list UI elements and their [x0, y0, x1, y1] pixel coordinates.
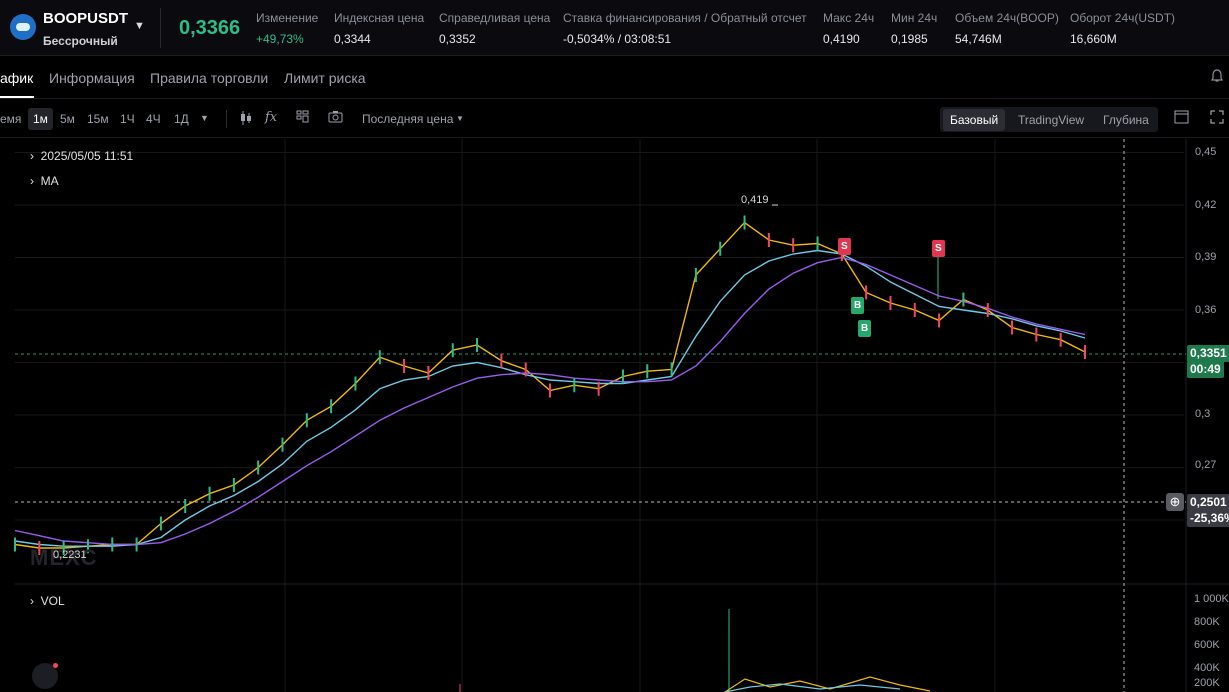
high-price-label: 0,419	[741, 194, 769, 206]
volume-tick: 400K	[1194, 662, 1220, 674]
expand-icon[interactable]	[1210, 110, 1224, 127]
crosshair-price-tag: 0,2501	[1187, 494, 1229, 511]
volume-tick: 200K	[1194, 677, 1220, 689]
crosshair-percent-tag: -25,36%	[1187, 510, 1229, 527]
ticker-header: BOOPUSDT Бессрочный ▼ 0,3366 Изменение +…	[0, 0, 1229, 56]
chart-view-switch: Базовый TradingView Глубина	[940, 107, 1158, 132]
stat-low-label: Мин 24ч	[891, 11, 938, 25]
sell-marker[interactable]: S	[932, 240, 945, 257]
candles-icon[interactable]	[240, 110, 252, 129]
view-basic[interactable]: Базовый	[943, 109, 1006, 131]
tab-chart[interactable]: афик	[0, 70, 33, 86]
header-divider	[160, 8, 161, 48]
stat-high-value: 0,4190	[823, 32, 860, 46]
legend-datetime: 2025/05/05 11:51	[40, 149, 134, 163]
interval-1d[interactable]: 1Д	[174, 112, 189, 126]
caret-down-icon[interactable]: ▼	[456, 114, 464, 123]
add-alert-icon[interactable]: ⊕	[1166, 493, 1184, 511]
interval-time[interactable]: емя	[0, 112, 21, 126]
stat-fair-price-value: 0,3352	[439, 32, 476, 46]
price-type-select[interactable]: Последняя цена	[362, 112, 453, 126]
stat-change-value: +49,73%	[256, 32, 304, 46]
buy-marker[interactable]: B	[851, 297, 865, 314]
chevron-right-icon: ›	[30, 594, 34, 608]
tab-info[interactable]: Информация	[49, 70, 135, 86]
stat-funding-value: -0,5034% / 03:08:51	[563, 32, 672, 46]
tab-trading-rules[interactable]: Правила торговли	[150, 70, 268, 86]
stat-fair-price-label: Справедливая цена	[439, 11, 551, 25]
sell-marker[interactable]: S	[838, 238, 851, 255]
stat-turnover-value: 16,660M	[1070, 32, 1117, 46]
volume-tick: 600K	[1194, 639, 1220, 651]
stat-funding-label[interactable]: Ставка финансирования / Обратный отсчет	[563, 11, 807, 25]
stat-low-value: 0,1985	[891, 32, 928, 46]
fx-icon[interactable]: fx	[265, 110, 277, 125]
volume-tick: 1 000K	[1194, 593, 1229, 605]
interval-1m[interactable]: 1м	[28, 108, 53, 130]
volume-tick: 800K	[1194, 616, 1220, 628]
chevron-right-icon: ›	[30, 149, 34, 163]
price-tick: 0,45	[1195, 146, 1217, 158]
chart-toolbar: емя 1м 5м 15м 1Ч 4Ч 1Д ▼ fx Последняя це…	[0, 100, 1229, 138]
active-tab-indicator	[0, 96, 34, 98]
symbol-name[interactable]: BOOPUSDT	[43, 10, 128, 27]
chart-canvas[interactable]	[0, 139, 1229, 692]
buy-marker[interactable]: B	[858, 320, 872, 337]
current-price-tag: 0,3351	[1187, 345, 1229, 362]
legend-vol: VOL	[40, 594, 65, 608]
interval-5m[interactable]: 5м	[60, 112, 75, 126]
interval-1h[interactable]: 1Ч	[120, 112, 135, 126]
interval-4h[interactable]: 4Ч	[146, 112, 161, 126]
interval-15m[interactable]: 15м	[87, 112, 109, 126]
price-tick: 0,42	[1195, 199, 1217, 211]
view-depth[interactable]: Глубина	[1103, 113, 1149, 127]
camera-icon[interactable]	[328, 110, 343, 126]
stat-index-price-label: Индексная цена	[334, 11, 425, 25]
last-price: 0,3366	[179, 17, 241, 39]
layout-icon[interactable]	[296, 110, 309, 126]
toolbar-divider	[226, 110, 227, 128]
stat-volume-label: Объем 24ч(BOOP)	[955, 11, 1059, 25]
price-tick: 0,36	[1195, 304, 1217, 316]
stat-change-label: Изменение	[256, 11, 319, 25]
symbol-dropdown-icon[interactable]: ▼	[134, 20, 145, 32]
price-tick: 0,27	[1195, 459, 1217, 471]
legend-ma: MA	[40, 174, 59, 188]
chevron-right-icon: ›	[30, 174, 34, 188]
chart-tabs: афик Информация Правила торговли Лимит р…	[0, 57, 1229, 99]
window-icon[interactable]	[1174, 110, 1189, 127]
stat-turnover-label: Оборот 24ч(USDT)	[1070, 11, 1176, 25]
price-chart[interactable]: › 2025/05/05 11:51 › MA › VOL MEXC 0,45 …	[0, 139, 1229, 692]
legend-ma-row[interactable]: › MA	[30, 174, 59, 188]
notification-dot	[53, 663, 58, 668]
low-price-label: 0,2231	[53, 549, 87, 561]
price-tick: 0,3	[1195, 408, 1211, 420]
legend-datetime-row[interactable]: › 2025/05/05 11:51	[30, 149, 133, 163]
stat-volume-value: 54,746M	[955, 32, 1002, 46]
chevron-down-icon[interactable]: ▼	[200, 113, 209, 123]
legend-vol-row[interactable]: › VOL	[30, 594, 65, 608]
price-tick: 0,39	[1195, 251, 1217, 263]
stat-index-price-value: 0,3344	[334, 32, 371, 46]
bell-icon[interactable]	[1211, 69, 1223, 86]
countdown-tag: 00:49	[1187, 361, 1224, 378]
contract-type: Бессрочный	[43, 34, 118, 48]
token-logo-icon	[10, 14, 36, 40]
tab-risk-limit[interactable]: Лимит риска	[284, 70, 366, 86]
stat-high-label: Макс 24ч	[823, 11, 875, 25]
view-tradingview[interactable]: TradingView	[1018, 113, 1084, 127]
